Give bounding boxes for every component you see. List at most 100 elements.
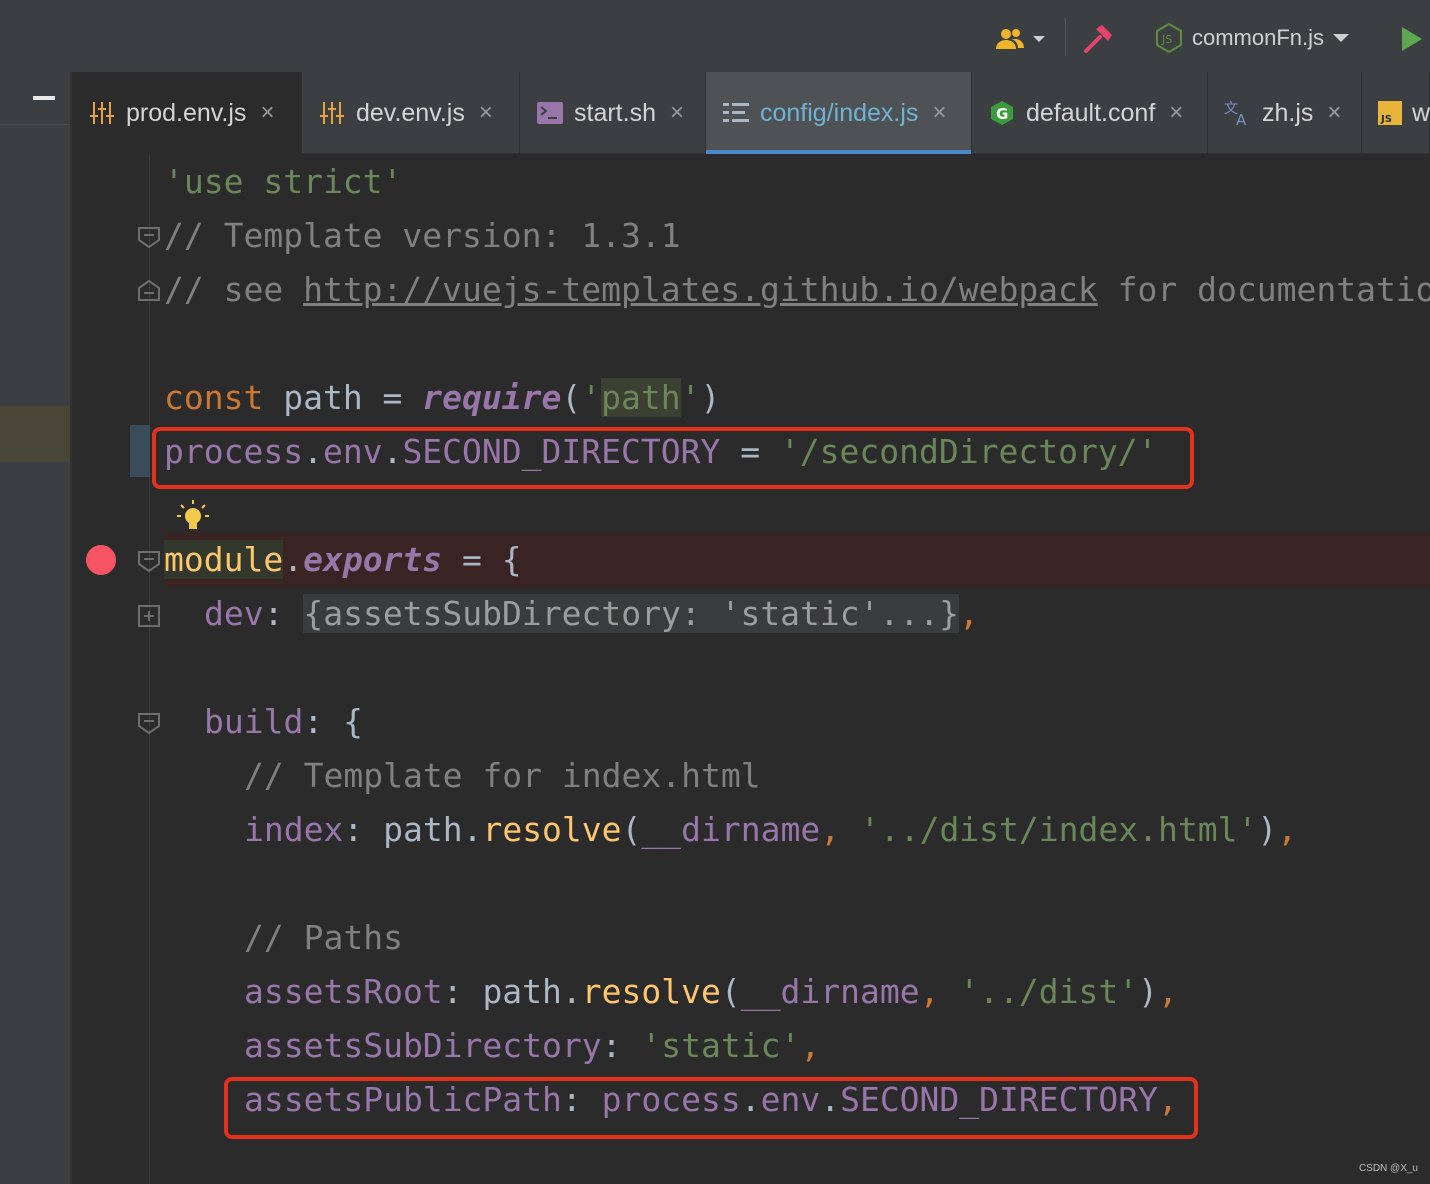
tab-label: zh.js (1262, 98, 1314, 127)
nginx-icon: G (988, 99, 1016, 127)
tab-label: prod.env.js (126, 98, 247, 127)
terminal-icon (536, 99, 564, 127)
hammer-icon[interactable] (1082, 22, 1114, 56)
close-icon[interactable]: × (479, 99, 493, 127)
dot: . (382, 432, 403, 471)
paren: ) (1138, 972, 1158, 1011)
comma: , (800, 1026, 821, 1065)
code-line-16: assetsRoot: path.resolve(__dirname, '../… (164, 965, 1178, 1019)
fold-collapse-icon[interactable] (137, 549, 161, 573)
fold-collapse-icon[interactable] (137, 711, 161, 735)
property-key: build (204, 702, 304, 741)
code-line-12: // Template for index.html (244, 756, 761, 795)
svg-text:JS: JS (1161, 33, 1172, 46)
close-icon[interactable]: × (1169, 99, 1183, 127)
tab-config-index[interactable]: config/index.js × (706, 72, 972, 154)
paren: ( (561, 378, 582, 417)
breakpoint-icon[interactable] (86, 545, 116, 575)
comma: , (1158, 972, 1178, 1011)
paren: ) (700, 378, 721, 417)
identifier: process (164, 432, 304, 471)
tab-start-sh[interactable]: start.sh × (520, 72, 706, 154)
folded-region[interactable]: {assetsSubDirectory: 'static'...} (303, 594, 959, 633)
quote: ' (581, 378, 602, 417)
close-icon[interactable]: × (670, 99, 684, 127)
lightbulb-icon[interactable] (176, 499, 210, 533)
identifier: path (482, 972, 562, 1011)
close-icon[interactable]: × (932, 99, 946, 127)
top-toolbar: JS commonFn.js (0, 0, 1430, 72)
paren: ) (1257, 810, 1278, 849)
code-line-17: assetsSubDirectory: 'static', (164, 1019, 820, 1073)
close-icon[interactable]: × (260, 99, 274, 127)
string-literal: '../dist' (959, 972, 1139, 1011)
code-line-18: assetsPublicPath: process.env.SECOND_DIR… (164, 1073, 1178, 1127)
minimize-icon[interactable] (33, 96, 55, 100)
identifier: __dirname (641, 810, 821, 849)
tab-default-conf[interactable]: G default.conf × (972, 72, 1208, 154)
play-icon[interactable] (1400, 22, 1424, 56)
run-config-selector[interactable]: JS commonFn.js (1154, 20, 1350, 56)
string-literal: path (601, 378, 681, 417)
tab-label: dev.env.js (356, 98, 465, 127)
property-key: assetsSubDirectory (244, 1026, 602, 1065)
string-literal: '../dist/index.html' (859, 810, 1258, 849)
left-strip-divider (0, 124, 70, 125)
code-line-9: dev: {assetsSubDirectory: 'static'...}, (164, 587, 979, 641)
fold-collapse-icon[interactable] (137, 225, 161, 249)
code-line-13: index: path.resolve(__dirname, '../dist/… (164, 803, 1297, 857)
dot: . (283, 540, 304, 579)
close-icon[interactable]: × (1327, 99, 1341, 127)
translate-icon: 文A (1224, 99, 1252, 127)
identifier: env (760, 1080, 821, 1119)
paren: ( (720, 972, 741, 1011)
code-line-1: 'use strict' (164, 162, 403, 201)
string-literal: '/secondDirectory/' (779, 432, 1158, 471)
identifier: __dirname (740, 972, 920, 1011)
tab-dev-env[interactable]: dev.env.js × (302, 72, 520, 154)
fold-end-icon[interactable] (137, 279, 161, 303)
code-line-6: process.env.SECOND_DIRECTORY = '/secondD… (164, 425, 1157, 479)
js-file-icon: JS (1378, 99, 1402, 127)
property-key: dev (204, 594, 264, 633)
identifier: path (383, 810, 463, 849)
users-icon[interactable] (996, 22, 1046, 56)
svg-text:A: A (1236, 111, 1247, 127)
gutter-divider (149, 155, 150, 1184)
string-literal: 'static' (641, 1026, 801, 1065)
svg-text:G: G (996, 105, 1008, 123)
comment-text: for documentation (1097, 270, 1430, 309)
colon: : (561, 1080, 602, 1119)
change-marker (130, 425, 150, 477)
dot: . (303, 432, 323, 471)
config-sliders-icon (318, 99, 346, 127)
colon: : (263, 594, 304, 633)
identifier: SECOND_DIRECTORY (840, 1080, 1158, 1119)
code-line-15: // Paths (244, 918, 403, 957)
colon: : (442, 972, 483, 1011)
config-sliders-icon (88, 99, 116, 127)
code-text: path = (263, 378, 423, 417)
nodejs-icon: JS (1156, 22, 1182, 54)
paren: ( (621, 810, 642, 849)
docs-link[interactable]: http://vuejs-templates.github.io/webpack (303, 270, 1098, 309)
code-line-5: const path = require('path') (164, 371, 720, 425)
code-editor[interactable]: 'use strict' // Template version: 1.3.1 … (72, 155, 1430, 1184)
chevron-down-icon (1333, 34, 1350, 42)
tab-prod-env[interactable]: prod.env.js × (72, 72, 302, 154)
identifier: module (164, 540, 284, 579)
dot: . (740, 1080, 761, 1119)
function-name: resolve (581, 972, 721, 1011)
tab-zh-js[interactable]: 文A zh.js × (1208, 72, 1362, 154)
run-config-label: commonFn.js (1192, 25, 1325, 50)
property-key: assetsRoot (244, 972, 443, 1011)
property-key: assetsPublicPath (244, 1080, 562, 1119)
fold-expand-icon[interactable] (137, 604, 161, 628)
chevron-down-icon (1033, 36, 1045, 42)
tab-partial[interactable]: JS w (1362, 72, 1430, 154)
code-line-3: // see http://vuejs-templates.github.io/… (164, 263, 1430, 317)
tab-label: start.sh (574, 98, 656, 127)
tab-label: config/index.js (760, 98, 919, 127)
property-key: index (244, 810, 344, 849)
comma: , (1157, 1080, 1178, 1119)
